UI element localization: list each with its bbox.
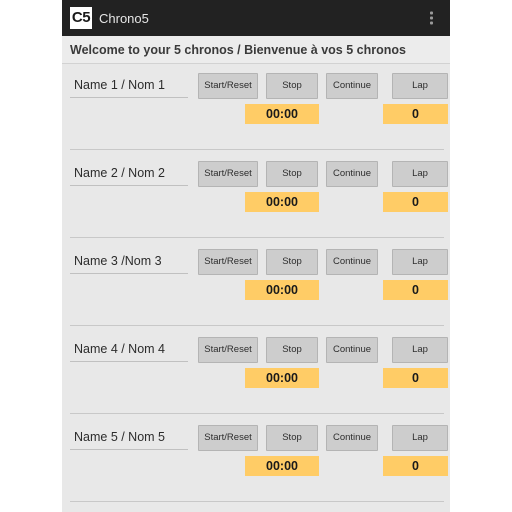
- stop-button[interactable]: Stop: [266, 337, 318, 363]
- overflow-dot: [429, 16, 433, 20]
- start-reset-button[interactable]: Start/Reset: [198, 161, 258, 187]
- app-logo-icon: C5: [70, 7, 92, 29]
- chrono-row: Start/Reset Stop Continue Lap 00:00 0: [62, 330, 450, 418]
- chrono-name-input[interactable]: [70, 162, 188, 186]
- chrono-controls: Start/Reset Stop Continue Lap: [62, 330, 450, 364]
- chrono-row: Start/Reset Stop Continue Lap 00:00 0: [62, 154, 450, 242]
- start-reset-button[interactable]: Start/Reset: [198, 337, 258, 363]
- chrono-readouts: 00:00 0: [62, 368, 450, 392]
- stop-button[interactable]: Stop: [266, 161, 318, 187]
- lap-button[interactable]: Lap: [392, 425, 448, 451]
- lap-button[interactable]: Lap: [392, 249, 448, 275]
- row-divider: [70, 501, 444, 502]
- continue-button[interactable]: Continue: [326, 337, 378, 363]
- lap-counter-display: 0: [383, 104, 448, 124]
- lap-button[interactable]: Lap: [392, 337, 448, 363]
- welcome-text: Welcome to your 5 chronos / Bienvenue à …: [70, 42, 406, 57]
- chrono-controls: Start/Reset Stop Continue Lap: [62, 154, 450, 188]
- chrono-row: Start/Reset Stop Continue Lap 00:00 0: [62, 418, 450, 506]
- stop-button[interactable]: Stop: [266, 73, 318, 99]
- welcome-banner: Welcome to your 5 chronos / Bienvenue à …: [62, 36, 450, 64]
- chrono-readouts: 00:00 0: [62, 456, 450, 480]
- continue-button[interactable]: Continue: [326, 73, 378, 99]
- continue-button[interactable]: Continue: [326, 161, 378, 187]
- row-divider: [70, 237, 444, 238]
- chrono-readouts: 00:00 0: [62, 104, 450, 128]
- timer-display: 00:00: [245, 280, 319, 300]
- timer-display: 00:00: [245, 104, 319, 124]
- row-divider: [70, 149, 444, 150]
- chrono-readouts: 00:00 0: [62, 280, 450, 304]
- chrono-name-input[interactable]: [70, 74, 188, 98]
- lap-button[interactable]: Lap: [392, 161, 448, 187]
- start-reset-button[interactable]: Start/Reset: [198, 249, 258, 275]
- chrono-list: Start/Reset Stop Continue Lap 00:00 0 St…: [62, 64, 450, 512]
- row-divider: [70, 413, 444, 414]
- continue-button[interactable]: Continue: [326, 425, 378, 451]
- app-window: C5 Chrono5 Welcome to your 5 chronos / B…: [62, 0, 450, 512]
- stop-button[interactable]: Stop: [266, 425, 318, 451]
- lap-counter-display: 0: [383, 456, 448, 476]
- row-divider: [70, 325, 444, 326]
- chrono-name-input[interactable]: [70, 426, 188, 450]
- overflow-menu-icon[interactable]: [424, 11, 438, 25]
- chrono-controls: Start/Reset Stop Continue Lap: [62, 418, 450, 452]
- lap-counter-display: 0: [383, 192, 448, 212]
- chrono-name-input[interactable]: [70, 250, 188, 274]
- start-reset-button[interactable]: Start/Reset: [198, 73, 258, 99]
- action-bar: C5 Chrono5: [62, 0, 450, 36]
- timer-display: 00:00: [245, 192, 319, 212]
- chrono-readouts: 00:00 0: [62, 192, 450, 216]
- timer-display: 00:00: [245, 368, 319, 388]
- lap-counter-display: 0: [383, 368, 448, 388]
- stop-button[interactable]: Stop: [266, 249, 318, 275]
- timer-display: 00:00: [245, 456, 319, 476]
- overflow-dot: [429, 11, 433, 15]
- lap-button[interactable]: Lap: [392, 73, 448, 99]
- chrono-row: Start/Reset Stop Continue Lap 00:00 0: [62, 66, 450, 154]
- lap-counter-display: 0: [383, 280, 448, 300]
- chrono-controls: Start/Reset Stop Continue Lap: [62, 242, 450, 276]
- continue-button[interactable]: Continue: [326, 249, 378, 275]
- overflow-dot: [429, 21, 433, 25]
- chrono-row: Start/Reset Stop Continue Lap 00:00 0: [62, 242, 450, 330]
- start-reset-button[interactable]: Start/Reset: [198, 425, 258, 451]
- chrono-controls: Start/Reset Stop Continue Lap: [62, 66, 450, 100]
- chrono-name-input[interactable]: [70, 338, 188, 362]
- app-title: Chrono5: [99, 10, 149, 26]
